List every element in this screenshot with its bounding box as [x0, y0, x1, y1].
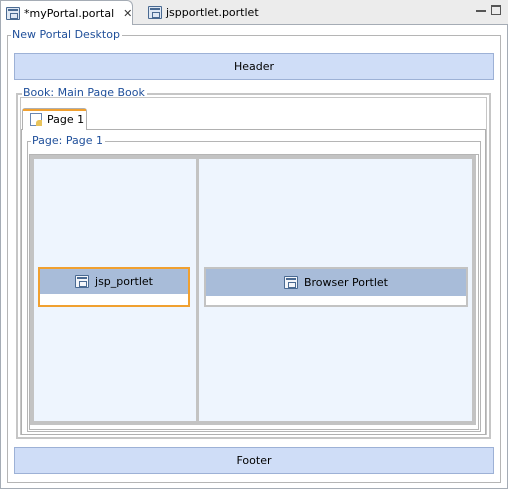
- maximize-icon[interactable]: [491, 5, 501, 15]
- header-region[interactable]: Header: [14, 53, 494, 80]
- desktop-legend: New Portal Desktop: [11, 28, 122, 41]
- editor-tab-bar: *myPortal.portal ✕ jspportlet.portlet: [0, 0, 508, 26]
- page-legend: Page: Page 1: [31, 134, 105, 147]
- page-tab-label: Page 1: [47, 113, 85, 126]
- tab-jspportlet-portlet[interactable]: jspportlet.portlet: [143, 0, 261, 25]
- tab-myportal-portal[interactable]: *myPortal.portal ✕: [0, 0, 133, 26]
- portlet-icon: [283, 276, 298, 289]
- footer-region[interactable]: Footer: [14, 447, 494, 474]
- portlet-title-bar[interactable]: Browser Portlet: [206, 269, 466, 296]
- portal-file-icon: [6, 7, 20, 20]
- jsp-portlet[interactable]: jsp_portlet: [38, 267, 190, 307]
- portlet-title-bar[interactable]: jsp_portlet: [40, 269, 188, 294]
- selected-tab-indicator: [23, 109, 86, 111]
- portlet-file-icon: [148, 6, 162, 19]
- tab-page-1[interactable]: Page 1: [22, 108, 87, 130]
- portlet-title: jsp_portlet: [95, 275, 153, 288]
- minimize-icon[interactable]: [476, 5, 486, 12]
- browser-portlet[interactable]: Browser Portlet: [204, 267, 468, 307]
- portlet-icon: [75, 275, 90, 288]
- page-icon: [30, 113, 42, 126]
- close-icon[interactable]: ✕: [123, 7, 132, 20]
- tab-label: *myPortal.portal: [24, 7, 115, 20]
- portlet-title: Browser Portlet: [303, 276, 388, 289]
- tab-label: jspportlet.portlet: [166, 6, 259, 19]
